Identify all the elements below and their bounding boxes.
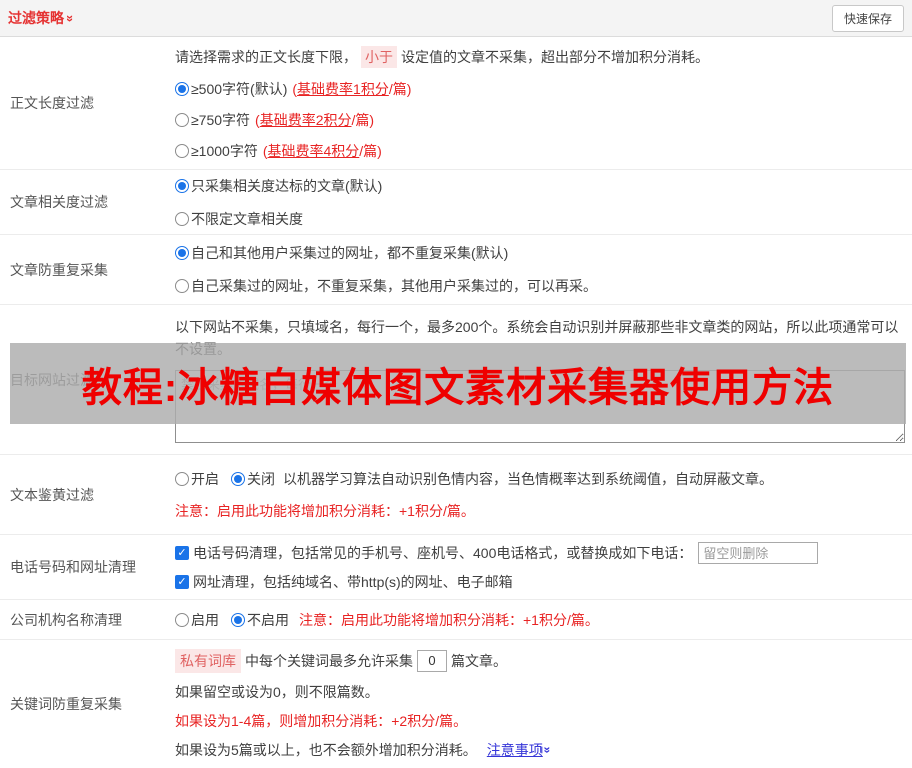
keyword-dedup-note-zero: 如果留空或设为0，则不限篇数。 [175, 683, 379, 700]
fee-note: (基础费率4积分/篇) [262, 142, 382, 159]
row-length-filter: 正文长度过滤 请选择需求的正文长度下限， 小于 设定值的文章不采集，超出部分不增… [0, 37, 912, 170]
chevron-double-down-icon: » [540, 746, 555, 753]
tutorial-watermark: 教程:冰糖自媒体图文素材采集器使用方法 [81, 365, 835, 410]
row-keyword-dedup: 关键词防重复采集 私有词库 中每个关键词最多允许采集 篇文章。 如果留空或设为0… [0, 640, 912, 768]
row-label-relevance-filter: 文章相关度过滤 [10, 194, 108, 210]
length-option-500[interactable]: ≥500字符(默认) (基础费率1积分/篇) [175, 79, 905, 99]
page-title[interactable]: 过滤策略 » [8, 8, 78, 28]
radio-checked-icon[interactable] [175, 178, 189, 193]
radio-checked-icon[interactable] [231, 471, 245, 486]
checkbox-checked-icon[interactable]: ✓ [175, 546, 189, 560]
radio-icon[interactable] [175, 612, 189, 627]
dedup-option-all-users[interactable]: 自己和其他用户采集过的网址，都不重复采集(默认) [175, 243, 905, 263]
phone-clean-option[interactable]: ✓ 电话号码清理，包括常见的手机号、座机号、400电话格式，或替换成如下电话： [175, 542, 905, 564]
private-lexicon-tag: 私有词库 [175, 648, 241, 673]
keyword-dedup-note-fee: 如果设为1-4篇，则增加积分消耗：+2积分/篇。 [175, 712, 468, 729]
company-clean-note: 注意：启用此功能将增加积分消耗：+1积分/篇。 [299, 611, 599, 628]
phone-replace-input[interactable] [698, 542, 819, 564]
length-filter-intro: 请选择需求的正文长度下限， 小于 设定值的文章不采集，超出部分不增加积分消耗。 [175, 45, 905, 68]
row-label-dedup-filter: 文章防重复采集 [10, 261, 108, 278]
radio-icon[interactable] [175, 471, 189, 486]
fee-note: (基础费率2积分/篇) [255, 111, 375, 128]
row-label-phone-url-clean: 电话号码和网址清理 [10, 559, 136, 575]
porn-filter-description: 以机器学习算法自动识别色情内容，当色情概率达到系统阈值，自动屏蔽文章。 [283, 470, 773, 487]
radio-checked-icon[interactable] [231, 612, 245, 627]
radio-icon[interactable] [175, 211, 189, 226]
checkbox-checked-icon[interactable]: ✓ [175, 575, 189, 589]
row-phone-url-clean: 电话号码和网址清理 ✓ 电话号码清理，包括常见的手机号、座机号、400电话格式，… [0, 535, 912, 600]
chevron-double-down-icon: » [63, 14, 79, 22]
fee-note: (基础费率1积分/篇) [292, 80, 412, 97]
relevance-option-any[interactable]: 不限定文章相关度 [175, 209, 905, 229]
row-porn-filter: 文本鉴黄过滤 开启 关闭 以机器学习算法自动识别色情内容，当色情概率达到系统阈值… [0, 455, 912, 535]
row-label-keyword-dedup: 关键词防重复采集 [10, 696, 122, 712]
relevance-option-strict[interactable]: 只采集相关度达标的文章(默认) [175, 176, 905, 196]
tutorial-overlay-banner: 教程:冰糖自媒体图文素材采集器使用方法 [10, 343, 906, 424]
company-clean-option-on[interactable]: 启用 [175, 610, 219, 630]
row-relevance-filter: 文章相关度过滤 只采集相关度达标的文章(默认) 不限定文章相关度 [0, 170, 912, 235]
porn-filter-note: 注意：启用此功能将增加积分消耗：+1积分/篇。 [175, 502, 475, 519]
radio-icon[interactable] [175, 143, 189, 158]
notes-link[interactable]: 注意事项 » [487, 740, 554, 760]
row-label-porn-filter: 文本鉴黄过滤 [10, 486, 94, 503]
dedup-option-self-only[interactable]: 自己采集过的网址，不重复采集，其他用户采集过的，可以再采。 [175, 276, 905, 296]
url-clean-option[interactable]: ✓ 网址清理，包括纯域名、带http(s)的网址、电子邮箱 [175, 572, 905, 592]
less-than-highlight: 小于 [361, 45, 397, 68]
radio-icon[interactable] [175, 112, 189, 127]
radio-icon[interactable] [175, 279, 189, 293]
company-clean-option-off[interactable]: 不启用 [231, 610, 289, 630]
page-header: 过滤策略 » 快速保存 [0, 0, 912, 37]
radio-checked-icon[interactable] [175, 81, 189, 96]
keyword-max-count-input[interactable] [417, 649, 447, 672]
row-company-clean: 公司机构名称清理 启用 不启用 注意：启用此功能将增加积分消耗：+1积分/篇。 [0, 600, 912, 640]
row-dedup-filter: 文章防重复采集 自己和其他用户采集过的网址，都不重复采集(默认) 自己采集过的网… [0, 235, 912, 305]
length-option-1000[interactable]: ≥1000字符 (基础费率4积分/篇) [175, 141, 905, 161]
radio-checked-icon[interactable] [175, 246, 189, 260]
keyword-dedup-note-five: 如果设为5篇或以上，也不会额外增加积分消耗。 [175, 741, 477, 758]
quick-save-button[interactable]: 快速保存 [831, 4, 904, 32]
porn-option-on[interactable]: 开启 [175, 469, 219, 489]
porn-option-off[interactable]: 关闭 [231, 469, 275, 489]
row-label-length-filter: 正文长度过滤 [10, 95, 94, 111]
length-option-750[interactable]: ≥750字符 (基础费率2积分/篇) [175, 110, 905, 130]
row-label-company-clean: 公司机构名称清理 [10, 611, 122, 628]
